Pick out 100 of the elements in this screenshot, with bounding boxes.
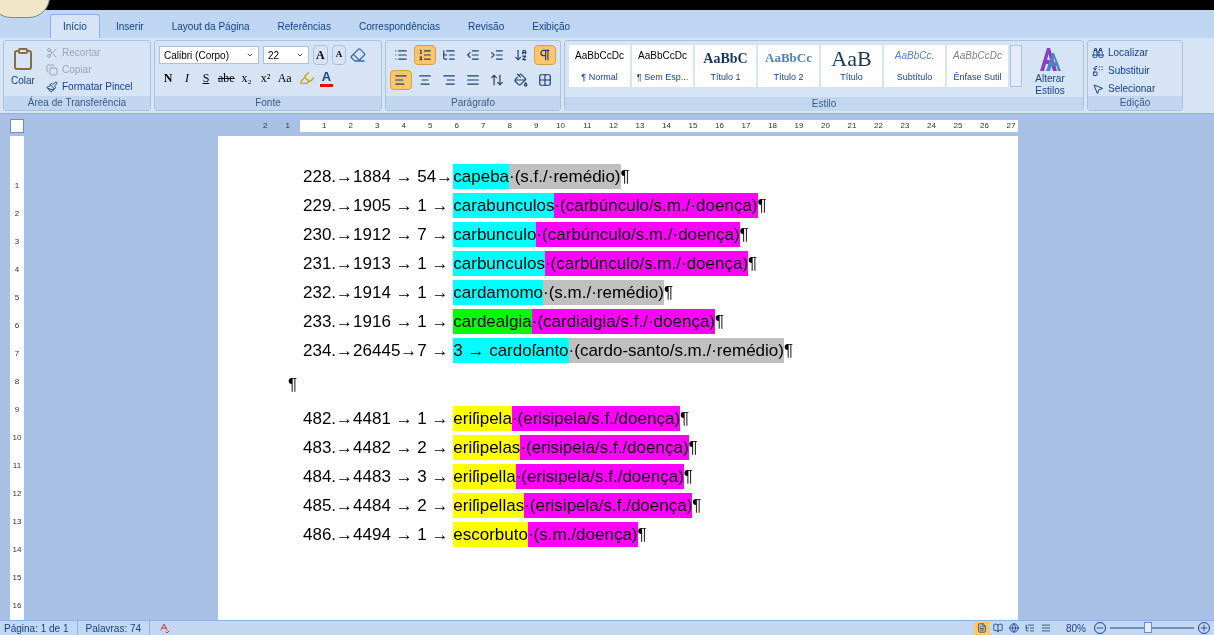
document-text: ¶ xyxy=(748,253,758,275)
style-swatch[interactable]: AaBbCcDc ¶ Sem Esp... xyxy=(632,45,693,87)
document-text: 486.→4494 → 1 → xyxy=(303,524,450,546)
zoom-slider-thumb[interactable] xyxy=(1143,622,1152,633)
ruler-number: 3 xyxy=(374,120,380,132)
ruler-number: 10 xyxy=(12,432,22,444)
ruler-number: 13 xyxy=(12,516,22,528)
change-styles-button[interactable]: Alterar Estilos xyxy=(1024,45,1076,97)
ruler-number: 21 xyxy=(846,120,857,132)
clear-format-icon[interactable] xyxy=(350,47,367,63)
line-spacing-icon xyxy=(490,73,504,87)
document-text: ¶ xyxy=(663,282,674,304)
format-button[interactable]: I xyxy=(178,69,196,87)
decrease-indent-icon xyxy=(466,48,480,62)
ruler-number: 17 xyxy=(740,120,751,132)
format-button[interactable]: abe xyxy=(216,69,237,87)
style-swatch[interactable]: AaBbC Título 1 xyxy=(695,45,756,87)
paste-button[interactable]: Colar xyxy=(8,45,38,96)
document-text: 234.→26445→7 → xyxy=(303,340,450,362)
paragraph-button[interactable] xyxy=(414,45,436,65)
sort-icon xyxy=(514,48,528,62)
proofing-icon[interactable] xyxy=(158,622,171,634)
ribbon-tab[interactable]: Inserir xyxy=(103,14,156,38)
paint-bucket-icon xyxy=(514,73,528,87)
ruler-number: 2 xyxy=(14,208,20,220)
zoom-level[interactable]: 80% xyxy=(1066,620,1086,635)
tab-selector-icon[interactable] xyxy=(10,119,24,133)
highlighted-text: eriſipella xyxy=(453,464,516,489)
editing-button[interactable]: Substituir xyxy=(1092,63,1156,78)
page-count[interactable]: Página: 1 de 1 xyxy=(4,620,78,635)
view-button[interactable] xyxy=(990,621,1006,635)
ruler-number: 1 xyxy=(285,120,290,132)
ruler-number: 4 xyxy=(14,264,20,276)
ruler-number: 16 xyxy=(714,120,724,132)
copy-icon xyxy=(46,63,58,76)
document-text: ¶ xyxy=(637,524,647,546)
grow-font-button[interactable]: A xyxy=(313,45,328,65)
zoom-in-icon[interactable] xyxy=(1198,622,1210,634)
justify-icon xyxy=(466,73,480,87)
horizontal-ruler[interactable]: 2 1 1 2 3 4 5 6 7 8 9 10 11 12 13 14 15 16 17 18 19 20 21 22 23 24 25 26 27 xyxy=(218,120,1018,132)
paragraph-button[interactable] xyxy=(534,45,556,65)
highlighted-text: eriſipela xyxy=(453,406,512,431)
editing-button[interactable]: Localizar xyxy=(1092,45,1156,60)
replace-icon xyxy=(1092,64,1104,77)
format-button[interactable]: x² xyxy=(256,69,275,87)
ribbon-tab[interactable]: Início xyxy=(50,14,100,38)
style-swatch[interactable]: AaBbCcDc ¶ Normal xyxy=(569,45,630,87)
vertical-ruler[interactable]: 1 2 3 4 5 6 7 8 9 10 11 12 13 14 15 16 xyxy=(10,136,24,620)
style-swatch[interactable]: AaBbCcDc Ênfase Sutil xyxy=(947,45,1008,87)
editing-button[interactable]: Selecionar xyxy=(1092,81,1156,96)
style-swatch[interactable]: AaBbCc. Subtítulo xyxy=(884,45,945,87)
paragraph-button[interactable] xyxy=(390,70,412,90)
ruler-number: 14 xyxy=(12,544,22,556)
highlighted-text: cardealgia xyxy=(453,309,532,334)
word-count[interactable]: Palavras: 74 xyxy=(77,620,151,635)
document-text: 483.→4482 → 2 → xyxy=(303,437,450,459)
format-button[interactable]: N xyxy=(159,69,177,87)
group-title: Área de Transferência xyxy=(4,96,150,110)
clipboard-action[interactable]: Formatar Pincel xyxy=(46,79,133,94)
document-text: 231.→1913 → 1 → xyxy=(303,253,450,275)
highlighted-text: ·(erisipela/s.f./doença) xyxy=(520,435,689,460)
document-text: 228.→1884 → 54→ xyxy=(303,166,454,188)
styles-letter-icon xyxy=(1037,45,1063,73)
view-button[interactable] xyxy=(974,621,990,635)
format-button[interactable]: S xyxy=(197,69,215,87)
pointer-icon xyxy=(1092,82,1104,95)
font-family-field[interactable]: Calibri (Corpo) xyxy=(159,46,259,64)
ruler-number: 2 xyxy=(347,120,353,132)
font-color-button[interactable]: A xyxy=(319,69,334,87)
ruler-number: 14 xyxy=(661,120,671,132)
highlighted-text: carbunculos xyxy=(453,251,545,276)
ruler-number: 24 xyxy=(926,120,936,132)
format-button[interactable]: Aa xyxy=(275,69,294,87)
format-button[interactable]: x₂ xyxy=(237,69,256,87)
align-right-icon xyxy=(442,73,456,87)
view-button[interactable] xyxy=(1006,621,1022,635)
ribbon-tab[interactable]: Referências xyxy=(265,14,343,38)
bullets-icon xyxy=(394,48,408,62)
document-text: ¶ xyxy=(683,466,693,488)
ruler-number: 1 xyxy=(14,180,20,192)
style-swatch[interactable]: AaB Título xyxy=(821,45,882,87)
group-title: Parágrafo xyxy=(386,96,560,110)
binoculars-icon xyxy=(1092,46,1104,59)
ribbon-tab[interactable]: Layout da Página xyxy=(159,14,262,38)
ribbon-tab[interactable]: Exibição xyxy=(520,14,583,38)
highlighted-text: ·(s.f./·remédio) xyxy=(509,164,621,189)
shrink-font-button[interactable]: A xyxy=(331,45,347,65)
ruler-number: 8 xyxy=(506,120,512,132)
ruler-number: 4 xyxy=(400,120,406,132)
ruler-number: 2 xyxy=(263,120,268,132)
style-swatch[interactable]: AaBbCc Título 2 xyxy=(758,45,819,87)
group-title: Edição xyxy=(1088,96,1182,110)
ruler-number: 8 xyxy=(14,376,20,388)
ribbon-tab[interactable]: Revisão xyxy=(456,14,517,38)
ruler-number: 25 xyxy=(952,120,963,132)
ribbon-tab[interactable]: Correspondências xyxy=(346,14,453,38)
document-text: 230.→1912 → 7 → xyxy=(303,224,450,246)
font-size-field[interactable]: 22 xyxy=(263,46,309,64)
ruler-number: 5 xyxy=(427,120,433,132)
ruler-number: 9 xyxy=(533,120,539,132)
